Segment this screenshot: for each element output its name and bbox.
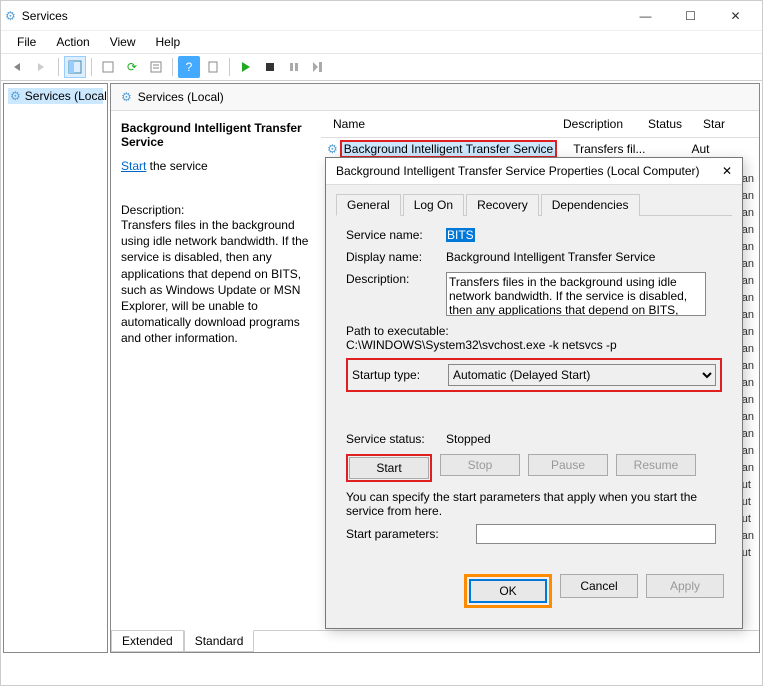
ok-button[interactable]: OK: [469, 579, 547, 603]
export-list-button[interactable]: [202, 56, 224, 78]
play-button[interactable]: [235, 56, 257, 78]
view-tabs: Extended Standard: [111, 630, 759, 652]
content-heading-bar: ⚙ Services (Local): [111, 84, 759, 111]
minimize-button[interactable]: —: [623, 2, 668, 30]
value-path: C:\WINDOWS\System32\svchost.exe -k netsv…: [346, 338, 722, 352]
services-icon: ⚙: [5, 9, 16, 23]
tree-root-services[interactable]: ⚙ Services (Local): [8, 88, 103, 104]
label-description: Description:: [346, 272, 446, 286]
value-description[interactable]: Transfers files in the background using …: [446, 272, 706, 316]
list-header[interactable]: Name Description Status Star: [321, 111, 759, 138]
dialog-body: Service name: BITS Display name: Backgro…: [326, 216, 742, 564]
dialog-tabs: General Log On Recovery Dependencies: [336, 193, 732, 216]
start-params-note: You can specify the start parameters tha…: [346, 490, 722, 518]
dialog-close-button[interactable]: ✕: [722, 164, 732, 178]
dialog-title: Background Intelligent Transfer Service …: [336, 164, 722, 178]
restart-button[interactable]: [307, 56, 329, 78]
pause-button: Pause: [528, 454, 608, 476]
content-heading: Services (Local): [138, 90, 224, 104]
tab-dependencies[interactable]: Dependencies: [541, 194, 640, 216]
col-startup[interactable]: Star: [697, 115, 727, 133]
menu-action[interactable]: Action: [48, 33, 97, 51]
help-button[interactable]: ?: [178, 56, 200, 78]
value-service-name[interactable]: BITS: [446, 228, 475, 242]
tab-extended[interactable]: Extended: [111, 630, 184, 652]
gear-icon: ⚙: [121, 90, 132, 104]
menu-file[interactable]: File: [9, 33, 44, 51]
close-button[interactable]: ✕: [713, 2, 758, 30]
gear-icon: ⚙: [327, 142, 338, 156]
properties-button[interactable]: [145, 56, 167, 78]
clipped-startup-column: ananananananananananananananananananutut…: [742, 171, 754, 562]
titlebar: ⚙ Services — ☐ ✕: [1, 1, 762, 31]
start-button[interactable]: Start: [349, 457, 429, 479]
tab-standard[interactable]: Standard: [184, 630, 255, 652]
menubar: File Action View Help: [1, 31, 762, 53]
window-title: Services: [22, 9, 623, 23]
row-startup: Aut: [691, 142, 709, 156]
description-label: Description:: [121, 203, 311, 217]
label-startup-type: Startup type:: [352, 368, 448, 382]
value-display-name: Background Intelligent Transfer Service: [446, 250, 655, 264]
selected-service-name: Background Intelligent Transfer Service: [121, 121, 311, 149]
toolbar: ⟳ ?: [1, 53, 762, 81]
label-service-status: Service status:: [346, 432, 446, 446]
export-button[interactable]: [97, 56, 119, 78]
label-service-name: Service name:: [346, 228, 446, 242]
label-start-params: Start parameters:: [346, 527, 476, 541]
pause-button[interactable]: [283, 56, 305, 78]
tab-logon[interactable]: Log On: [403, 194, 464, 216]
label-path: Path to executable:: [346, 324, 722, 338]
row-name: Background Intelligent Transfer Service: [340, 140, 557, 158]
show-hide-tree-button[interactable]: [64, 56, 86, 78]
apply-button: Apply: [646, 574, 724, 598]
resume-button: Resume: [616, 454, 696, 476]
forward-button[interactable]: [31, 56, 53, 78]
dialog-titlebar: Background Intelligent Transfer Service …: [326, 158, 742, 185]
properties-dialog: Background Intelligent Transfer Service …: [325, 157, 743, 629]
cancel-button[interactable]: Cancel: [560, 574, 638, 598]
console-tree[interactable]: ⚙ Services (Local): [3, 83, 108, 653]
row-description: Transfers fil...: [573, 142, 645, 156]
menu-help[interactable]: Help: [148, 33, 189, 51]
startup-type-select[interactable]: Automatic (Delayed Start): [448, 364, 716, 386]
start-suffix: the service: [146, 159, 207, 173]
startup-type-row: Startup type: Automatic (Delayed Start): [346, 358, 722, 392]
start-params-input[interactable]: [476, 524, 716, 544]
tab-recovery[interactable]: Recovery: [466, 194, 539, 216]
refresh-button[interactable]: ⟳: [121, 56, 143, 78]
detail-pane: Background Intelligent Transfer Service …: [111, 111, 321, 630]
tree-root-label: Services (Local): [25, 89, 108, 103]
dialog-footer: OK Cancel Apply: [326, 564, 742, 618]
menu-view[interactable]: View: [102, 33, 144, 51]
stop-button[interactable]: [259, 56, 281, 78]
maximize-button[interactable]: ☐: [668, 2, 713, 30]
gear-icon: ⚙: [10, 89, 21, 103]
description-text: Transfers files in the background using …: [121, 217, 311, 347]
stop-button: Stop: [440, 454, 520, 476]
start-link[interactable]: Start: [121, 159, 146, 173]
tab-general[interactable]: General: [336, 194, 401, 216]
col-name[interactable]: Name: [327, 115, 557, 133]
col-status[interactable]: Status: [642, 115, 697, 133]
service-control-buttons: Start Stop Pause Resume: [346, 454, 722, 482]
back-button[interactable]: [7, 56, 29, 78]
value-service-status: Stopped: [446, 432, 491, 446]
col-description[interactable]: Description: [557, 115, 642, 133]
label-display-name: Display name:: [346, 250, 446, 264]
